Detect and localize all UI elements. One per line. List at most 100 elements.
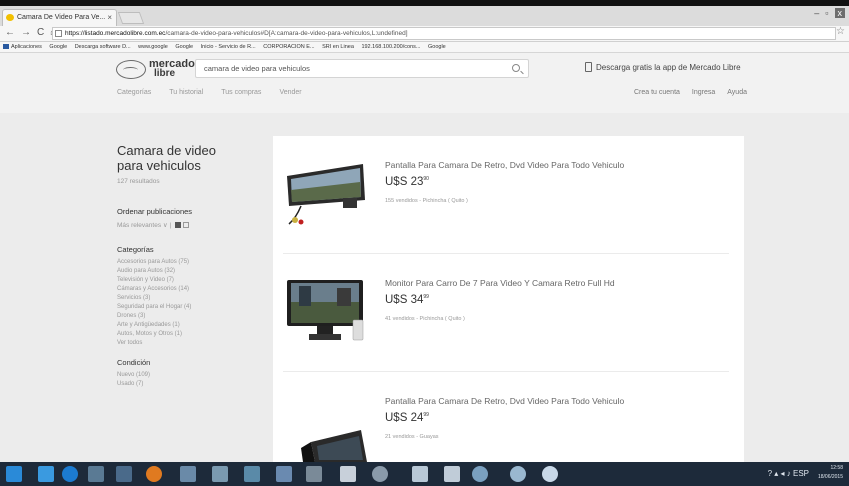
media-player-icon[interactable] xyxy=(146,466,162,482)
clock[interactable]: 12:58 18/06/2015 xyxy=(818,464,843,482)
category-item[interactable]: Autos, Motos y Otros (1) xyxy=(117,330,257,339)
app-icon[interactable] xyxy=(212,466,228,482)
app-icon[interactable] xyxy=(306,466,322,482)
lock-icon xyxy=(55,30,62,37)
bookmark-item[interactable]: SRI en Linea xyxy=(322,44,354,50)
logo-text-bottom: libre xyxy=(154,68,176,79)
condition-heading: Condición xyxy=(117,358,151,367)
nav-categories[interactable]: Categorías xyxy=(117,89,151,96)
chrome-icon[interactable] xyxy=(510,466,526,482)
product-title[interactable]: Pantalla Para Camara De Retro, Dvd Video… xyxy=(385,160,624,170)
bookmark-item[interactable]: Google xyxy=(428,44,446,50)
categories-heading: Categorías xyxy=(117,245,154,254)
category-item[interactable]: Audio para Autos (32) xyxy=(117,267,257,276)
app-icon[interactable] xyxy=(372,466,388,482)
bookmark-item[interactable]: CORPORACION E... xyxy=(263,44,314,50)
product-thumbnail[interactable] xyxy=(281,272,369,344)
category-item[interactable]: Televisión y Video (7) xyxy=(117,276,257,285)
product-meta: 21 vendidos - Guayas xyxy=(385,434,439,440)
list-item[interactable]: Pantalla Para Camara De Retro, Dvd Video… xyxy=(273,372,744,462)
category-item[interactable]: Arte y Antigüedades (1) xyxy=(117,321,257,330)
condition-list: Nuevo (109) Usado (7) xyxy=(117,371,257,389)
nav-purchases[interactable]: Tus compras xyxy=(221,89,261,96)
app-icon[interactable] xyxy=(116,466,132,482)
app-icon[interactable] xyxy=(88,466,104,482)
see-all-categories-link[interactable]: Ver todos xyxy=(117,339,257,348)
app-icon[interactable] xyxy=(244,466,260,482)
filters-sidebar: Camara de video para vehiculos 127 resul… xyxy=(117,143,257,389)
maximize-button[interactable]: ▫ xyxy=(825,8,828,18)
app-icon[interactable] xyxy=(412,466,428,482)
minimize-button[interactable]: – xyxy=(814,8,819,18)
handshake-logo-icon xyxy=(116,60,146,79)
main-nav: Categorías Tu historial Tus compras Vend… xyxy=(117,89,302,96)
product-title[interactable]: Monitor Para Carro De 7 Para Video Y Cam… xyxy=(385,278,615,288)
condition-item[interactable]: Usado (7) xyxy=(117,380,257,389)
category-item[interactable]: Cámaras y Accesorios (14) xyxy=(117,285,257,294)
url-host: https://listado.mercadolibre.com.ec xyxy=(65,30,166,37)
bookmark-item[interactable]: Inicio - Servicio de R... xyxy=(201,44,256,50)
new-tab-button[interactable] xyxy=(117,12,145,24)
app-icon[interactable] xyxy=(444,466,460,482)
mercadolibre-logo[interactable]: mercado libre xyxy=(116,58,195,82)
windows-taskbar: ? ▴ ◂ ♪ ESP 12:58 18/06/2015 xyxy=(0,462,849,486)
bookmark-item[interactable]: Google xyxy=(49,44,67,50)
search-icon[interactable] xyxy=(512,64,520,72)
result-count: 127 resultados xyxy=(117,178,160,185)
bookmark-item[interactable]: www.google xyxy=(138,44,168,50)
sri-app-icon[interactable] xyxy=(340,466,356,482)
bookmark-item[interactable]: Aplicaciones xyxy=(3,44,42,50)
system-tray-icons[interactable]: ? ▴ ◂ ♪ ESP xyxy=(768,469,809,478)
site-header: mercado libre camara de video para vehic… xyxy=(0,53,849,113)
category-item[interactable]: Seguridad para el Hogar (4) xyxy=(117,303,257,312)
category-item[interactable]: Servicios (3) xyxy=(117,294,257,303)
bookmark-item[interactable]: Google xyxy=(175,44,193,50)
list-item[interactable]: Pantalla Para Camara De Retro, Dvd Video… xyxy=(273,136,744,254)
product-thumbnail[interactable] xyxy=(281,390,369,462)
close-window-button[interactable]: x xyxy=(834,8,845,18)
category-item[interactable]: Accesorios para Autos (75) xyxy=(117,258,257,267)
tab-close-icon[interactable]: × xyxy=(107,10,112,25)
bookmark-item[interactable]: 192.168.100.200/cons... xyxy=(361,44,420,50)
sort-dropdown[interactable]: Más relevantes ∨ | xyxy=(117,221,257,229)
url-input[interactable]: https://listado.mercadolibre.com.ec/cama… xyxy=(52,27,836,40)
browser-tab-active[interactable]: Camara De Video Para Ve... × xyxy=(2,9,117,26)
app-icon[interactable] xyxy=(180,466,196,482)
window-controls: – ▫ x xyxy=(814,8,845,18)
product-meta: 155 vendidos - Pichincha ( Quito ) xyxy=(385,198,468,204)
product-price: U$S 3499 xyxy=(385,294,429,306)
account-nav: Crea tu cuenta Ingresa Ayuda xyxy=(634,89,747,96)
create-account-link[interactable]: Crea tu cuenta xyxy=(634,89,680,96)
back-arrow-icon[interactable]: ← xyxy=(5,27,15,38)
windows-start-icon[interactable] xyxy=(6,466,22,482)
grid-view-icon[interactable] xyxy=(175,222,182,228)
condition-item[interactable]: Nuevo (109) xyxy=(117,371,257,380)
reload-icon[interactable]: C xyxy=(37,27,44,38)
product-title[interactable]: Pantalla Para Camara De Retro, Dvd Video… xyxy=(385,396,624,406)
skype-icon[interactable] xyxy=(542,466,558,482)
nav-history[interactable]: Tu historial xyxy=(169,89,203,96)
bookmark-item[interactable]: Descarga software D... xyxy=(75,44,131,50)
help-link[interactable]: Ayuda xyxy=(727,89,747,96)
nav-sell[interactable]: Vender xyxy=(279,89,301,96)
app-download-link[interactable]: Descarga gratis la app de Mercado Libre xyxy=(585,62,741,72)
bookmark-star-icon[interactable]: ☆ xyxy=(836,26,845,37)
tab-title: Camara De Video Para Ve... xyxy=(17,14,106,21)
app-icon[interactable] xyxy=(276,466,292,482)
category-list: Accesorios para Autos (75) Audio para Au… xyxy=(117,258,257,348)
favicon-icon xyxy=(6,14,14,21)
product-thumbnail[interactable] xyxy=(281,154,369,226)
list-view-icon[interactable] xyxy=(183,222,190,228)
internet-explorer-icon[interactable] xyxy=(62,466,78,482)
list-item[interactable]: Monitor Para Carro De 7 Para Video Y Cam… xyxy=(273,254,744,372)
language-indicator[interactable]: ESP xyxy=(793,469,809,478)
results-list: Pantalla Para Camara De Retro, Dvd Video… xyxy=(273,136,744,462)
browser-tab-bar: Camara De Video Para Ve... × – ▫ x xyxy=(0,6,849,26)
login-link[interactable]: Ingresa xyxy=(692,89,715,96)
phone-icon xyxy=(585,62,592,72)
chrome-icon[interactable] xyxy=(472,466,488,482)
category-item[interactable]: Drones (3) xyxy=(117,312,257,321)
search-input[interactable]: camara de video para vehiculos xyxy=(195,59,529,78)
forward-arrow-icon[interactable]: → xyxy=(21,27,31,38)
app-icon[interactable] xyxy=(38,466,54,482)
